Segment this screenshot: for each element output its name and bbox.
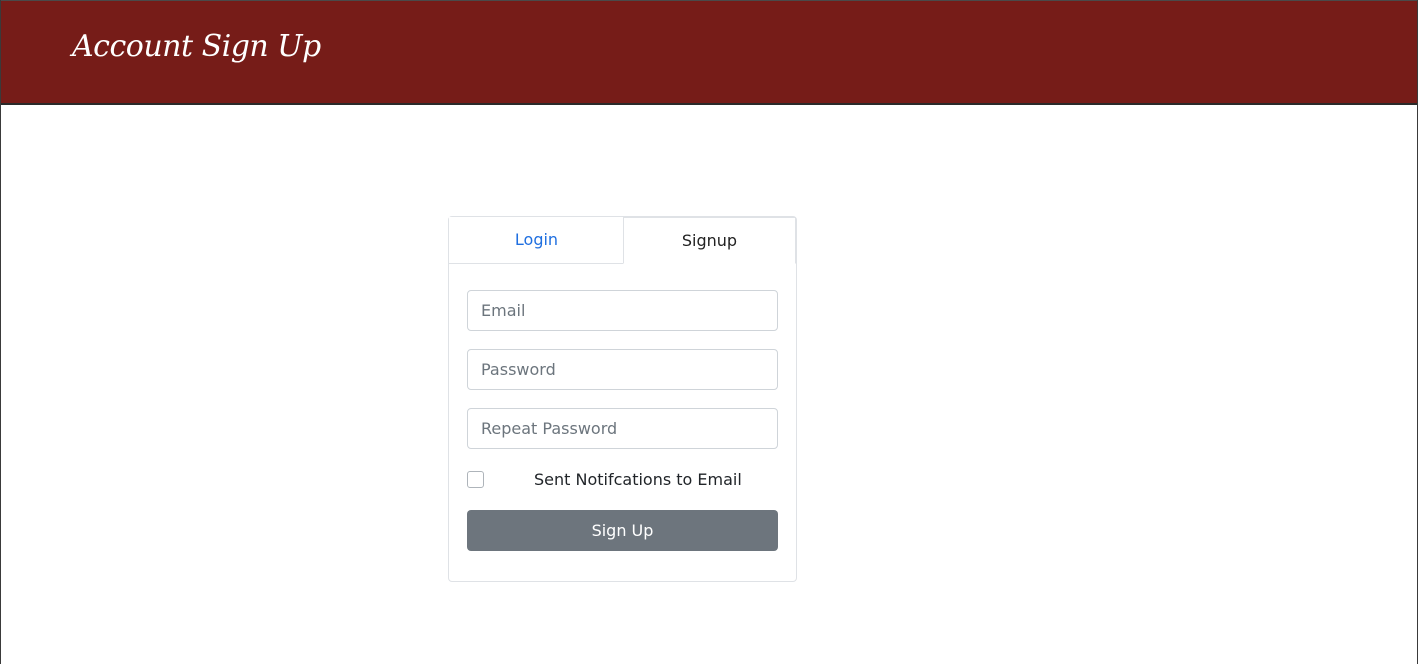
page-title: Account Sign Up [72, 29, 321, 64]
page-header: Account Sign Up [1, 0, 1417, 105]
tab-signup[interactable]: Signup [623, 217, 796, 264]
repeat-password-field[interactable] [467, 408, 778, 449]
notifications-checkbox[interactable] [467, 471, 484, 488]
sign-up-button[interactable]: Sign Up [467, 510, 778, 551]
email-field[interactable] [467, 290, 778, 331]
password-field[interactable] [467, 349, 778, 390]
auth-tabs: Login Signup [449, 217, 796, 264]
tab-login[interactable]: Login [449, 217, 624, 264]
auth-card: Login Signup Sent Notifcations to Email … [448, 216, 797, 582]
notifications-label: Sent Notifcations to Email [534, 470, 742, 489]
